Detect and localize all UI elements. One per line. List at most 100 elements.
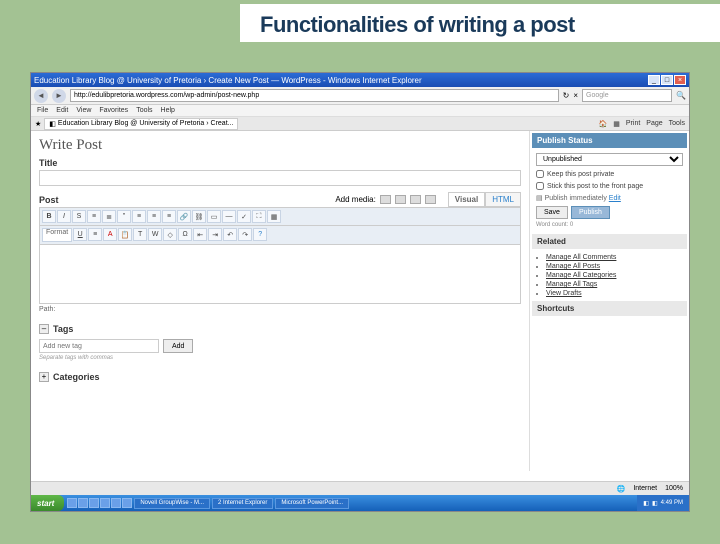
menu-tools[interactable]: Tools (136, 107, 152, 114)
page-button[interactable]: Page (646, 120, 662, 128)
menu-edit[interactable]: Edit (56, 107, 68, 114)
page-title: Write Post (39, 137, 521, 154)
align-center-button[interactable]: ≡ (147, 210, 161, 223)
back-button[interactable]: ◄ (34, 89, 48, 103)
menu-favorites[interactable]: Favorites (99, 107, 128, 114)
task-powerpoint[interactable]: Microsoft PowerPoint... (275, 498, 349, 509)
tab-visual[interactable]: Visual (448, 192, 485, 207)
stop-icon[interactable]: × (573, 91, 578, 100)
add-media-icon[interactable] (425, 195, 436, 204)
spell-button[interactable]: ✓ (237, 210, 251, 223)
add-tag-button[interactable]: Add (163, 339, 193, 353)
related-list: Manage All Comments Manage All Posts Man… (532, 252, 687, 301)
collapse-tags-button[interactable]: – (39, 324, 49, 334)
tools-button[interactable]: Tools (669, 120, 685, 128)
add-image-icon[interactable] (380, 195, 391, 204)
link-manage-comments[interactable]: Manage All Comments (546, 254, 616, 261)
system-tray[interactable]: ◧ ◧ 4:49 PM (637, 495, 689, 511)
menu-help[interactable]: Help (161, 107, 175, 114)
strike-button[interactable]: S (72, 210, 86, 223)
tray-icon-2[interactable]: ◧ (652, 500, 658, 507)
quote-button[interactable]: " (117, 210, 131, 223)
bold-button[interactable]: B (42, 210, 56, 223)
menu-view[interactable]: View (76, 107, 91, 114)
home-icon[interactable]: 🏠 (599, 120, 608, 128)
editor-body[interactable] (39, 244, 521, 304)
underline-button[interactable]: U (73, 228, 87, 241)
path-row: Path: (39, 304, 521, 315)
save-button[interactable]: Save (536, 206, 568, 219)
tag-input[interactable] (39, 339, 159, 353)
undo-button[interactable]: ↶ (223, 228, 237, 241)
main-editor: Write Post Title Post Add media: Visual … (31, 131, 529, 471)
refresh-icon[interactable]: ↻ (563, 91, 570, 100)
print-button[interactable]: Print (626, 120, 640, 128)
search-box[interactable]: Google (582, 89, 672, 102)
image-button[interactable]: ▭ (207, 210, 221, 223)
fullscreen-button[interactable]: ⛶ (252, 210, 266, 223)
edit-time-link[interactable]: Edit (609, 195, 621, 202)
minimize-button[interactable]: _ (648, 75, 660, 85)
align-left-button[interactable]: ≡ (132, 210, 146, 223)
sticky-check[interactable]: Stick this post to the front page (536, 182, 683, 190)
tray-icon[interactable]: ◧ (643, 500, 649, 507)
app2-icon[interactable] (111, 498, 121, 508)
italic-button[interactable]: I (57, 210, 71, 223)
desktop-icon[interactable] (89, 498, 99, 508)
title-input[interactable] (39, 170, 521, 186)
quick-launch (67, 498, 132, 508)
menu-file[interactable]: File (37, 107, 48, 114)
search-icon[interactable]: 🔍 (676, 91, 686, 100)
browser-tab[interactable]: ◧ Education Library Blog @ University of… (44, 118, 238, 130)
paste-button[interactable]: 📋 (118, 228, 132, 241)
unlink-button[interactable]: ⛓ (192, 210, 206, 223)
color-button[interactable]: A (103, 228, 117, 241)
editor-toolbar-2: Format U ≡ A 📋 T W ◇ Ω ⇤ ⇥ ↶ ↷ ? (39, 225, 521, 244)
clear-format-button[interactable]: ◇ (163, 228, 177, 241)
add-audio-icon[interactable] (410, 195, 421, 204)
align-right-button[interactable]: ≡ (162, 210, 176, 223)
zoom-label[interactable]: 100% (665, 485, 683, 492)
mail-icon[interactable] (78, 498, 88, 508)
char-button[interactable]: Ω (178, 228, 192, 241)
redo-button[interactable]: ↷ (238, 228, 252, 241)
tab-html[interactable]: HTML (485, 192, 521, 207)
task-ie[interactable]: 2 Internet Explorer (212, 498, 273, 509)
more-button[interactable]: — (222, 210, 236, 223)
link-button[interactable]: 🔗 (177, 210, 191, 223)
add-video-icon[interactable] (395, 195, 406, 204)
link-manage-tags[interactable]: Manage All Tags (546, 281, 597, 288)
favorites-icon[interactable]: ★ (35, 120, 41, 128)
app3-icon[interactable] (122, 498, 132, 508)
publish-button[interactable]: Publish (571, 206, 610, 219)
close-button[interactable]: × (674, 75, 686, 85)
related-header: Related (532, 234, 687, 249)
ol-button[interactable]: ≣ (102, 210, 116, 223)
forward-button[interactable]: ► (52, 89, 66, 103)
task-groupwise[interactable]: Novell GroupWise - M... (134, 498, 210, 509)
ul-button[interactable]: ≡ (87, 210, 101, 223)
feed-icon[interactable]: ▦ (613, 120, 620, 128)
justify-button[interactable]: ≡ (88, 228, 102, 241)
paste-text-button[interactable]: T (133, 228, 147, 241)
expand-categories-button[interactable]: + (39, 372, 49, 382)
help-button[interactable]: ? (253, 228, 267, 241)
toggle-toolbar-button[interactable]: ▦ (267, 210, 281, 223)
link-view-drafts[interactable]: View Drafts (546, 290, 582, 297)
paste-word-button[interactable]: W (148, 228, 162, 241)
sticky-checkbox[interactable] (536, 182, 544, 190)
private-checkbox[interactable] (536, 170, 544, 178)
clock[interactable]: 4:49 PM (661, 500, 683, 506)
app-icon[interactable] (100, 498, 110, 508)
link-manage-posts[interactable]: Manage All Posts (546, 263, 600, 270)
link-manage-categories[interactable]: Manage All Categories (546, 272, 616, 279)
maximize-button[interactable]: □ (661, 75, 673, 85)
ie-icon[interactable] (67, 498, 77, 508)
outdent-button[interactable]: ⇤ (193, 228, 207, 241)
indent-button[interactable]: ⇥ (208, 228, 222, 241)
private-check[interactable]: Keep this post private (536, 170, 683, 178)
format-select[interactable]: Format (42, 228, 72, 242)
address-bar[interactable]: http://edulibpretoria.wordpress.com/wp-a… (70, 89, 559, 102)
start-button[interactable]: start (31, 495, 64, 511)
status-select[interactable]: Unpublished (536, 153, 683, 166)
